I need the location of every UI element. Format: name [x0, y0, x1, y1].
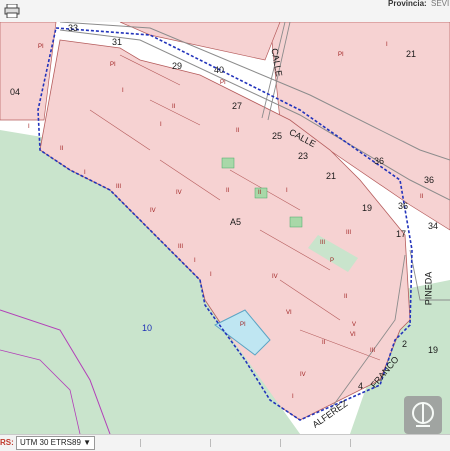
lot-code: I [286, 188, 288, 194]
house-number-17: 17 [396, 229, 407, 239]
srs-select[interactable]: UTM 30 ETRS89 ▼ [16, 436, 96, 450]
lot-code: III [370, 348, 376, 354]
lot-code: I [160, 122, 162, 128]
lot-code: III [346, 230, 352, 236]
lot-code: VI [350, 332, 356, 338]
lot-code: V [352, 322, 357, 328]
lot-code: PI [240, 322, 246, 328]
lot-code: II [226, 188, 230, 194]
lot-code: II [236, 128, 240, 134]
status-divider [140, 439, 141, 447]
lot-code: I [210, 272, 212, 278]
status-divider [350, 439, 351, 447]
house-number-4: 4 [358, 381, 364, 391]
status-bar: RS: UTM 30 ETRS89 ▼ [0, 434, 450, 451]
lot-code: IV [272, 274, 278, 280]
lot-code: I [292, 394, 294, 400]
house-number-04: 04 [10, 87, 21, 97]
house-number-34: 34 [428, 221, 439, 231]
house-number-25: 25 [272, 131, 283, 141]
house-number-36c: 36 [398, 201, 409, 211]
house-number-23: 23 [298, 151, 309, 161]
lot-code: PI [220, 80, 226, 86]
house-number-36b: 36 [424, 175, 435, 185]
house-number-19: 19 [362, 203, 373, 213]
lot-code: IV [176, 190, 182, 196]
lot-code: PI [110, 62, 116, 68]
street-label-pineda: PINEDA [423, 271, 434, 306]
lot-code: PI [38, 44, 44, 50]
lot-code: IV [150, 208, 156, 214]
lot-code: III [320, 240, 326, 246]
lot-code: II [258, 190, 262, 196]
srs-label: RS: [0, 438, 14, 447]
lot-code: II [60, 146, 64, 152]
lot-code: I [386, 42, 388, 48]
house-number-29: 29 [172, 61, 183, 71]
province-label: Provincia: [388, 0, 427, 8]
province-value[interactable]: SEVI [431, 0, 449, 8]
courtyard-3 [289, 216, 303, 228]
house-number-2: 2 [402, 339, 408, 349]
lot-code: II [322, 340, 326, 346]
lot-code: III [178, 244, 184, 250]
top-toolbar: Provincia: SEVI [0, 0, 450, 23]
lot-code: II [172, 104, 176, 110]
house-number-19b: 19 [428, 345, 439, 355]
house-number-33: 33 [68, 23, 79, 33]
status-divider [280, 439, 281, 447]
house-number-36a: 36 [374, 156, 385, 166]
cadastre-logo-icon [404, 396, 442, 434]
lot-code: I [28, 124, 30, 130]
lot-code: I [122, 88, 124, 94]
lot-code: P [330, 258, 335, 264]
house-number-31: 31 [112, 37, 123, 47]
lot-code: II [420, 194, 424, 200]
map-canvas[interactable]: 33 31 29 40 27 25 23 21 19 17 36 36 36 3… [0, 22, 450, 434]
lot-code: II [344, 294, 348, 300]
house-number-21: 21 [326, 171, 337, 181]
lot-code: PI [338, 52, 344, 58]
status-divider [210, 439, 211, 447]
house-number-40: 40 [214, 65, 225, 75]
printer-icon[interactable] [4, 3, 20, 19]
lot-code: I [84, 170, 86, 176]
parcel-label-10: 10 [142, 323, 153, 333]
lot-code: I [194, 258, 196, 264]
house-number-27: 27 [232, 101, 243, 111]
parcel-label-a5: A5 [230, 217, 242, 227]
lot-code: VI [286, 310, 292, 316]
lot-code: III [116, 184, 122, 190]
courtyard-1 [221, 157, 235, 169]
house-number-21b: 21 [406, 49, 417, 59]
lot-code: IV [300, 372, 306, 378]
